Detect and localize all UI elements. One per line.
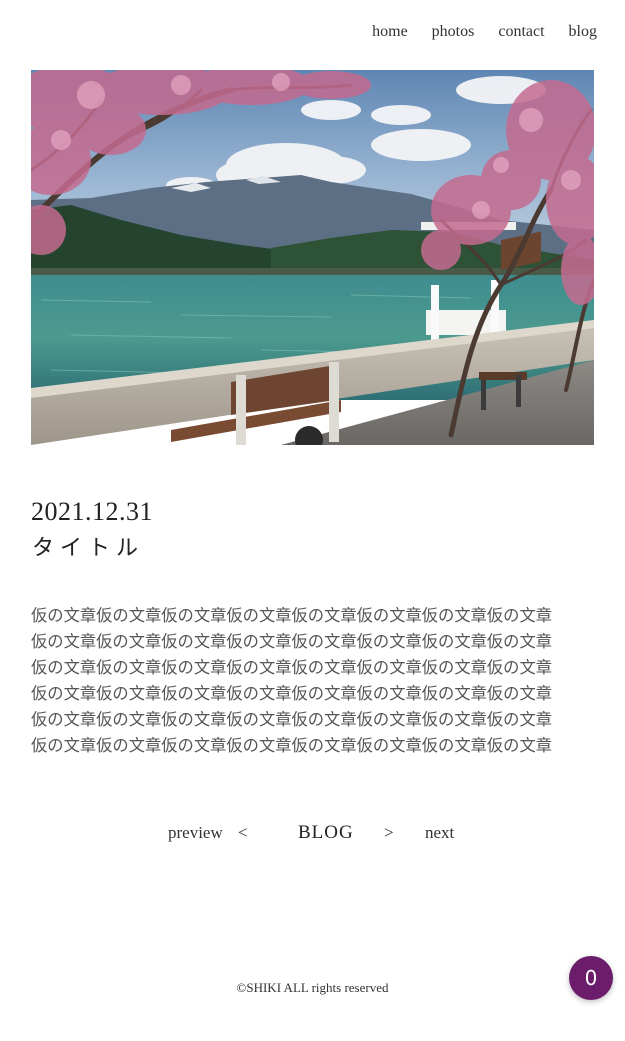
hero-photo xyxy=(31,70,594,445)
post-date: 2021.12.31 xyxy=(31,497,153,526)
post-title: タイトル xyxy=(32,536,145,561)
main-nav: home photos contact blog xyxy=(360,20,609,44)
preview-link[interactable]: preview xyxy=(168,820,223,846)
nav-photos-link[interactable]: photos xyxy=(420,20,487,44)
notification-badge-button[interactable]: 0 xyxy=(569,956,613,1000)
lakeside-cherry-blossom-image xyxy=(31,70,594,445)
post-body-line: 仮の文章仮の文章仮の文章仮の文章仮の文章仮の文章仮の文章仮の文章 xyxy=(31,736,553,755)
chevron-right-icon[interactable]: > xyxy=(384,820,394,846)
nav-home-link[interactable]: home xyxy=(360,20,420,44)
footer-copyright: ©SHIKI ALL rights reserved xyxy=(236,980,389,995)
chevron-left-icon[interactable]: < xyxy=(238,820,248,846)
post-body: 仮の文章仮の文章仮の文章仮の文章仮の文章仮の文章仮の文章仮の文章 仮の文章仮の文… xyxy=(31,603,594,759)
post-body-line: 仮の文章仮の文章仮の文章仮の文章仮の文章仮の文章仮の文章仮の文章 xyxy=(31,684,553,703)
post-body-line: 仮の文章仮の文章仮の文章仮の文章仮の文章仮の文章仮の文章仮の文章 xyxy=(31,632,553,651)
post-body-line: 仮の文章仮の文章仮の文章仮の文章仮の文章仮の文章仮の文章仮の文章 xyxy=(31,606,553,625)
post-pager: preview < BLOG > next xyxy=(0,820,625,846)
nav-blog-link[interactable]: blog xyxy=(557,20,609,44)
next-link[interactable]: next xyxy=(425,820,454,846)
post-body-line: 仮の文章仮の文章仮の文章仮の文章仮の文章仮の文章仮の文章仮の文章 xyxy=(31,710,553,729)
post-body-line: 仮の文章仮の文章仮の文章仮の文章仮の文章仮の文章仮の文章仮の文章 xyxy=(31,658,553,677)
nav-contact-link[interactable]: contact xyxy=(486,20,556,44)
blog-index-link[interactable]: BLOG xyxy=(298,820,354,846)
